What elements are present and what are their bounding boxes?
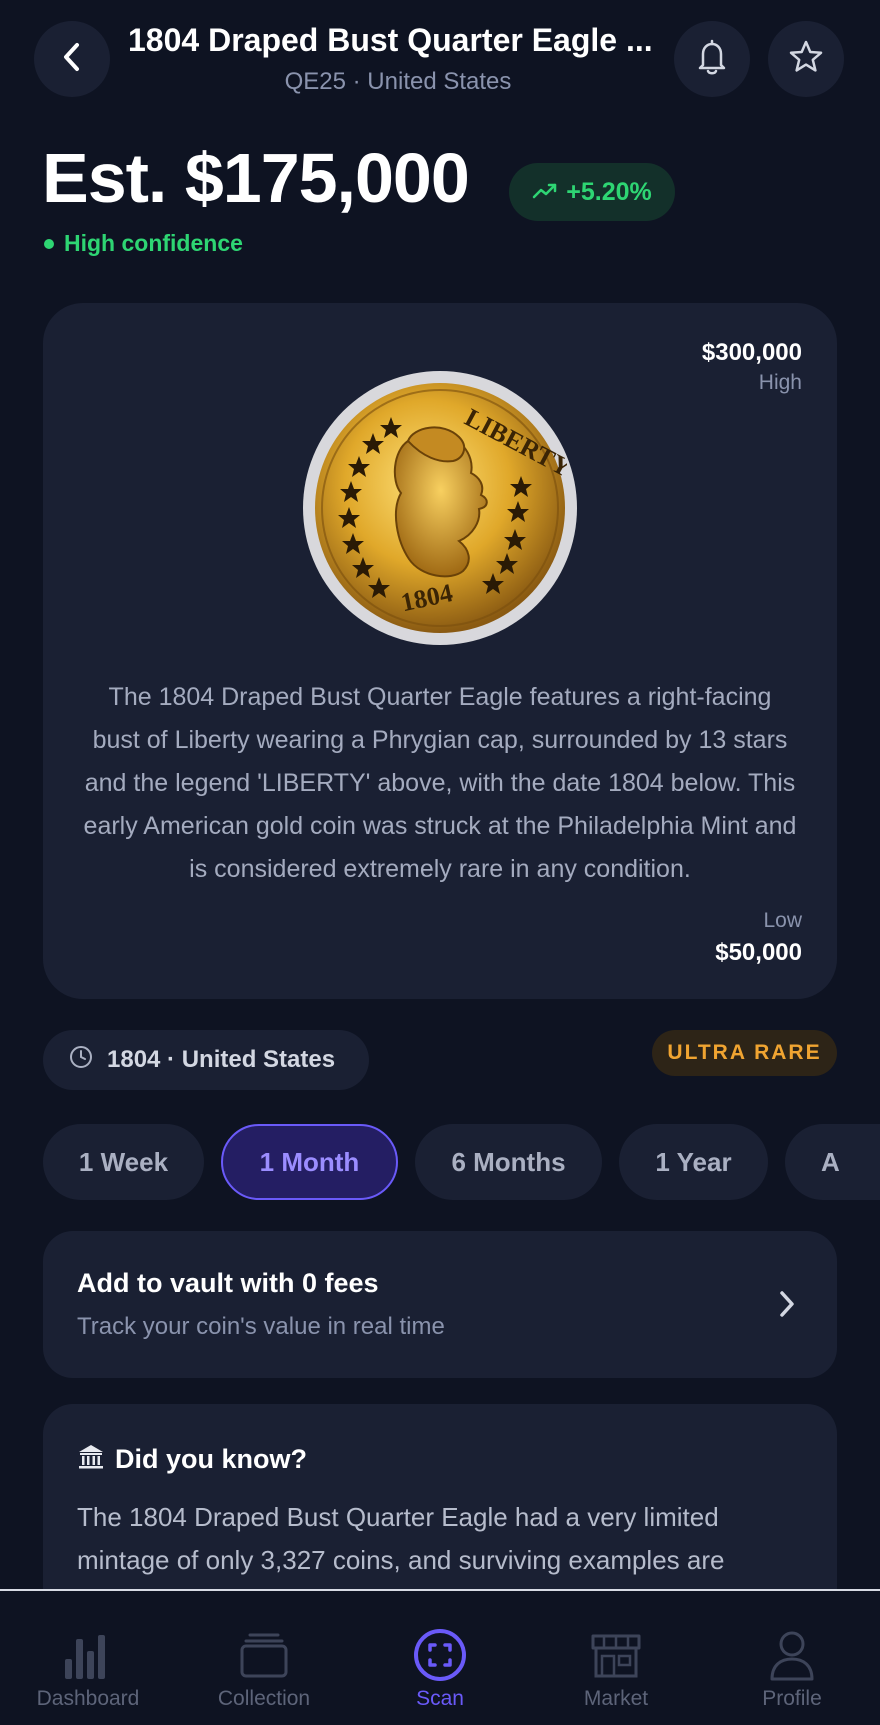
price-change-value: +5.20% [566,177,652,206]
add-to-vault-card[interactable]: Add to vault with 0 fees Track your coin… [43,1231,837,1378]
confidence-label: High confidence [64,230,243,256]
trending-up-icon [532,178,558,207]
clock-icon [69,1045,93,1076]
bank-icon [77,1442,105,1477]
nav-label-dashboard: Dashboard [36,1687,140,1710]
coin-description: The 1804 Draped Bust Quarter Eagle featu… [83,683,797,883]
coin-image[interactable]: LIBERTY 1804 [303,371,577,645]
favorite-button[interactable] [768,21,844,97]
low-label: Low [763,909,802,932]
star-icon [787,38,825,81]
tab-1-week[interactable]: 1 Week [43,1124,204,1200]
year-country-label: 1804 · United States [107,1046,336,1073]
nav-market[interactable]: Market [528,1591,704,1725]
tab-6-months[interactable]: 6 Months [415,1124,602,1200]
year-country-chip: 1804 · United States [43,1030,369,1090]
time-range-tabs: 1 Week 1 Month 6 Months 1 Year A [0,1124,880,1202]
chevron-right-icon [777,1288,797,1325]
bottom-navigation: Dashboard Collection Scan Market Profile [0,1589,880,1725]
bar-chart-icon [63,1627,113,1683]
confidence-indicator: High confidence [44,230,243,257]
nav-label-market: Market [583,1687,649,1710]
nav-label-collection: Collection [217,1687,311,1710]
did-you-know-body: The 1804 Draped Bust Quarter Eagle had a… [77,1502,725,1575]
page-title: 1804 Draped Bust Quarter Eagle ... [128,22,653,58]
high-value: $300,000 [701,339,802,366]
high-label: High [758,371,802,394]
chevron-left-icon [60,40,84,79]
stack-icon [239,1627,289,1683]
nav-dashboard[interactable]: Dashboard [0,1591,176,1725]
estimated-value: Est. $175,000 [42,139,470,217]
coin-illustration: LIBERTY 1804 [315,383,577,633]
low-value: $50,000 [715,939,802,966]
did-you-know-title: Did you know? [115,1444,307,1474]
scan-icon [413,1627,467,1683]
page-subtitle: QE25 · United States [284,68,512,95]
nav-collection[interactable]: Collection [176,1591,352,1725]
tab-all[interactable]: A [785,1124,880,1200]
vault-title: Add to vault with 0 fees [77,1268,379,1298]
bell-icon [695,38,729,81]
tab-1-month[interactable]: 1 Month [221,1124,398,1200]
tab-1-year[interactable]: 1 Year [619,1124,768,1200]
nav-label-scan: Scan [416,1687,464,1710]
store-icon [589,1627,643,1683]
user-icon [768,1627,816,1683]
alert-button[interactable] [674,21,750,97]
nav-label-profile: Profile [762,1687,822,1710]
price-change-badge: +5.20% [509,163,675,221]
coin-card: $300,000 High LIBERTY 1804 The 1804 Drap… [43,303,837,999]
back-button[interactable] [34,21,110,97]
nav-profile[interactable]: Profile [704,1591,880,1725]
rarity-badge: ULTRA RARE [652,1030,837,1076]
vault-subtitle: Track your coin's value in real time [77,1313,445,1340]
did-you-know-heading: Did you know? [77,1442,307,1477]
nav-scan[interactable]: Scan [352,1591,528,1725]
confidence-dot-icon [44,238,54,249]
